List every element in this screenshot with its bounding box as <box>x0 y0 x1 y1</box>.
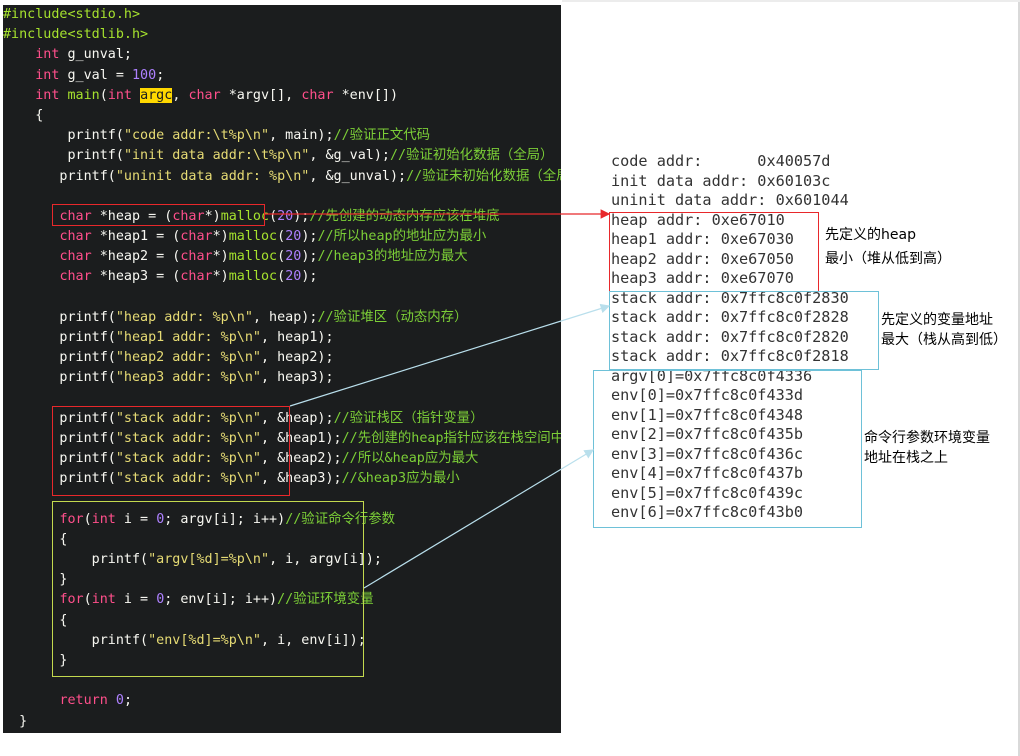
code-line: { <box>3 107 44 123</box>
code-line: printf("heap3 addr: %p\n", heap3); <box>3 370 334 386</box>
code-line: int g_unval; <box>35 47 132 63</box>
stack-output-box <box>609 291 879 370</box>
heap-decl-box <box>52 204 265 226</box>
env-note: 命令行参数环境变量 地址在栈之上 <box>864 428 990 468</box>
output-line: init data addr: 0x60103c <box>611 171 831 190</box>
code-line: return 0; <box>59 693 132 709</box>
code-line: printf("init data addr:\t%p\n", &g_val);… <box>3 148 554 164</box>
code-line: printf("heap1 addr: %p\n", heap1); <box>3 330 334 345</box>
heap-note-line1: 先定义的heap <box>825 227 916 243</box>
code-line: #include<stdlib.h> <box>3 27 149 43</box>
heap-output-box <box>609 212 819 292</box>
argv-env-box <box>52 501 364 677</box>
top-edge <box>562 0 1020 2</box>
code-line: char *heap1 = (char*)malloc(20);//所以heap… <box>59 229 487 245</box>
code-line: } <box>3 713 28 729</box>
env-note-line1: 命令行参数环境变量 <box>864 430 990 446</box>
env-output-box <box>593 370 862 528</box>
heap-note-line2: 最小（堆从低到高） <box>825 251 951 267</box>
env-note-line2: 地址在栈之上 <box>864 450 948 466</box>
code-line: char *heap2 = (char*)malloc(20);//heap3的… <box>59 249 468 265</box>
stack-note-line1: 先定义的变量地址 <box>881 312 993 328</box>
heap-note: 先定义的heap 最小（堆从低到高） <box>825 224 951 270</box>
code-line: printf("code addr:\t%p\n", main);//验证正文代… <box>3 128 431 144</box>
code-line: printf("heap2 addr: %p\n", heap2); <box>3 350 334 366</box>
output-line: uninit data addr: 0x601044 <box>611 191 849 209</box>
stack-note-line2: 最大（栈从高到低） <box>881 332 1007 348</box>
stack-printf-box <box>52 406 290 496</box>
code-line: int main(int argc, char *argv[], char *e… <box>35 87 399 103</box>
code-line: ​ <box>3 288 561 308</box>
code-line: printf("uninit data addr: %p\n", &g_unva… <box>3 168 561 184</box>
stack-note: 先定义的变量地址 最大（栈从高到低） <box>881 310 1007 350</box>
code-line: char *heap3 = (char*)malloc(20); <box>59 269 318 285</box>
code-line: #include<stdio.h> <box>3 7 141 22</box>
output-line: code addr: 0x40057d <box>611 152 831 170</box>
code-line: int g_val = 100; <box>35 67 165 83</box>
code-line: printf("heap addr: %p\n", heap);//验证堆区（动… <box>3 309 468 325</box>
